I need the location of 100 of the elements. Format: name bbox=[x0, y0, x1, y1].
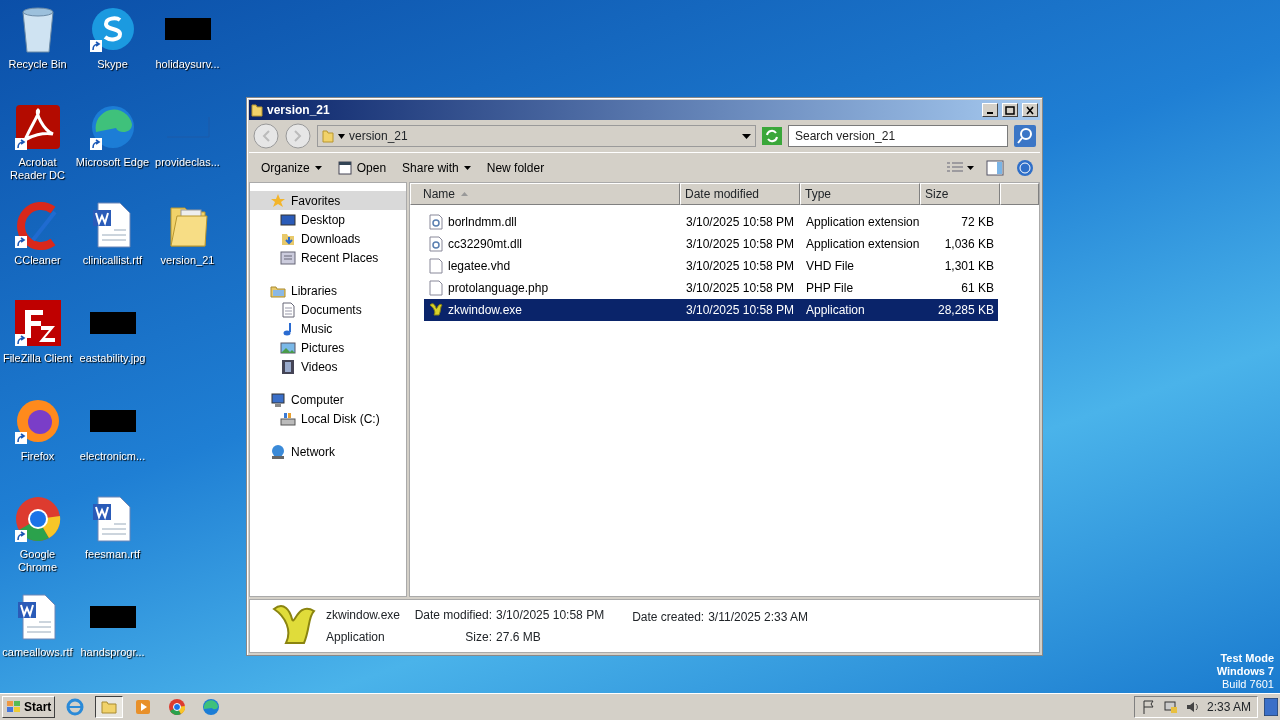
sidebar-item[interactable]: Favorites bbox=[250, 191, 406, 210]
volume-icon[interactable] bbox=[1184, 699, 1201, 715]
shortcut-arrow-icon bbox=[14, 432, 27, 444]
filezilla-icon bbox=[12, 298, 63, 348]
sort-arrow-icon bbox=[461, 192, 468, 196]
desktop-icon-label[interactable]: eastability.jpg bbox=[79, 352, 146, 365]
chrome-icon bbox=[168, 698, 187, 716]
sidebar-item[interactable]: Network bbox=[250, 442, 406, 461]
desktop-icon-label[interactable]: CCleaner bbox=[14, 254, 61, 267]
ie-icon bbox=[66, 698, 85, 716]
notice-text: Test Mode bbox=[1219, 652, 1274, 665]
file-name-text: zkwindow.exe bbox=[448, 302, 523, 319]
sidebar-item[interactable]: Music bbox=[250, 319, 406, 338]
sidebar-item[interactable]: Local Disk (C:) bbox=[250, 409, 406, 428]
caret-icon bbox=[314, 165, 322, 170]
address-path: version_21 bbox=[349, 128, 409, 145]
folder-icon bbox=[100, 698, 119, 716]
column-header[interactable]: Size bbox=[920, 183, 1000, 205]
desktop-icon-label[interactable]: Microsoft Edge bbox=[75, 156, 150, 169]
desktop-icon-label[interactable]: Firefox bbox=[20, 450, 55, 463]
shortcut-arrow-icon bbox=[14, 530, 27, 542]
settings-file-icon bbox=[428, 214, 444, 230]
app-icon bbox=[428, 302, 444, 318]
sidebar-item[interactable]: Libraries bbox=[250, 281, 406, 300]
shortcut-arrow-icon bbox=[14, 138, 27, 150]
desktop-icon-label[interactable]: provideclas... bbox=[155, 156, 220, 169]
window-icon bbox=[337, 160, 352, 175]
desktop-icon-label[interactable]: feesman.rtf bbox=[85, 548, 140, 561]
start-button[interactable]: Start bbox=[2, 696, 56, 718]
desktop-icon-label[interactable]: version_21 bbox=[160, 254, 215, 267]
file-icon bbox=[428, 258, 444, 274]
column-header[interactable]: Type bbox=[800, 183, 920, 205]
flag-icon[interactable] bbox=[1140, 699, 1157, 715]
table-cell-text: 3/10/2025 10:58 PM bbox=[685, 236, 796, 253]
file-row[interactable]: zkwindow.exe 3/10/2025 10:58 PM Application 28,285 KB bbox=[424, 299, 998, 321]
menu-button[interactable]: Share with bbox=[396, 156, 477, 179]
network-icon[interactable] bbox=[1162, 699, 1179, 715]
toolbar-button[interactable]: New folder bbox=[480, 156, 551, 179]
desktop-icon-label[interactable]: electronicm... bbox=[79, 450, 146, 463]
table-cell-text: 1,301 KB bbox=[943, 258, 995, 275]
computer-icon bbox=[270, 391, 286, 408]
window-title: version_21 bbox=[267, 102, 331, 119]
file-name-text: legatee.vhd bbox=[448, 258, 511, 275]
desktop-icon-label[interactable]: Acrobat Reader DC bbox=[0, 156, 75, 182]
detail-file-type: Application bbox=[326, 629, 386, 646]
table-cell-text: PHP File bbox=[805, 280, 855, 297]
folder-icon bbox=[251, 103, 263, 117]
search-field[interactable]: Search version_21 bbox=[788, 125, 1008, 147]
maximize-button[interactable] bbox=[1002, 103, 1018, 117]
table-cell-text: 3/10/2025 10:58 PM bbox=[685, 258, 796, 275]
shortcut-arrow-icon bbox=[14, 236, 27, 248]
column-header[interactable]: Date modified bbox=[680, 183, 800, 205]
sidebar-item[interactable]: Documents bbox=[250, 300, 406, 319]
file-row[interactable]: protolanguage.php 3/10/2025 10:58 PM PHP File 61 KB bbox=[424, 277, 998, 299]
sidebar-item[interactable]: Pictures bbox=[250, 338, 406, 357]
film-icon bbox=[280, 358, 296, 375]
caret-icon bbox=[463, 165, 471, 170]
minimize-icon bbox=[987, 112, 993, 114]
folder-icon bbox=[322, 129, 334, 143]
table-cell-text: 3/10/2025 10:58 PM bbox=[685, 214, 796, 231]
file-name-text: borlndmm.dll bbox=[448, 214, 517, 231]
sidebar-item[interactable]: Desktop bbox=[250, 210, 406, 229]
menu-button[interactable]: Organize bbox=[255, 156, 328, 179]
desktop-icon-label[interactable]: FileZilla Client bbox=[2, 352, 73, 365]
detail-file-name: zkwindow.exe bbox=[326, 607, 401, 624]
taskbar-app-button[interactable] bbox=[95, 696, 124, 718]
address-bar[interactable]: version_21 bbox=[317, 125, 756, 147]
preview-pane-icon bbox=[986, 159, 1004, 176]
forward-button-icon bbox=[285, 123, 311, 149]
file-row[interactable]: cc32290mt.dll 3/10/2025 10:58 PM Application extension 1,036 KB bbox=[424, 233, 998, 255]
star-icon bbox=[270, 192, 286, 209]
desktop-icon-label[interactable]: Google Chrome bbox=[0, 548, 75, 574]
show-desktop-button-icon bbox=[1264, 698, 1278, 716]
maximize-icon bbox=[1004, 104, 1016, 116]
sidebar-item[interactable]: Computer bbox=[250, 390, 406, 409]
view-options-icon bbox=[947, 161, 963, 174]
table-cell-text: 3/10/2025 10:58 PM bbox=[685, 280, 796, 297]
desktop-icon-label[interactable]: Recycle Bin bbox=[8, 58, 67, 71]
open-button[interactable]: Open bbox=[331, 156, 393, 179]
file-row[interactable]: legatee.vhd 3/10/2025 10:58 PM VHD File 1,301 KB bbox=[424, 255, 998, 277]
desktop-icon-label[interactable]: holidaysurv... bbox=[155, 58, 220, 71]
sidebar-item[interactable]: Videos bbox=[250, 357, 406, 376]
file-icon bbox=[428, 280, 444, 296]
desktop-icon-label[interactable]: Skype bbox=[97, 58, 128, 71]
settings-file-icon bbox=[428, 236, 444, 252]
table-cell-text: 28,285 KB bbox=[936, 302, 995, 319]
close-icon bbox=[1024, 104, 1036, 116]
close-button[interactable] bbox=[1022, 103, 1038, 117]
disk-drive-icon bbox=[280, 410, 296, 427]
caret-icon bbox=[967, 165, 974, 170]
minimize-button[interactable] bbox=[982, 103, 998, 117]
media-player-icon bbox=[134, 698, 153, 716]
desktop-icon-label[interactable]: clinicallist.rtf bbox=[82, 254, 143, 267]
table-cell-text: 72 KB bbox=[960, 214, 995, 231]
sidebar-item[interactable]: Downloads bbox=[250, 229, 406, 248]
file-row[interactable]: borlndmm.dll 3/10/2025 10:58 PM Application extension 72 KB bbox=[424, 211, 998, 233]
file-name-text: cc32290mt.dll bbox=[448, 236, 523, 253]
table-cell-text: VHD File bbox=[805, 258, 855, 275]
sidebar-item[interactable]: Recent Places bbox=[250, 248, 406, 267]
column-header[interactable]: Name bbox=[410, 183, 680, 205]
